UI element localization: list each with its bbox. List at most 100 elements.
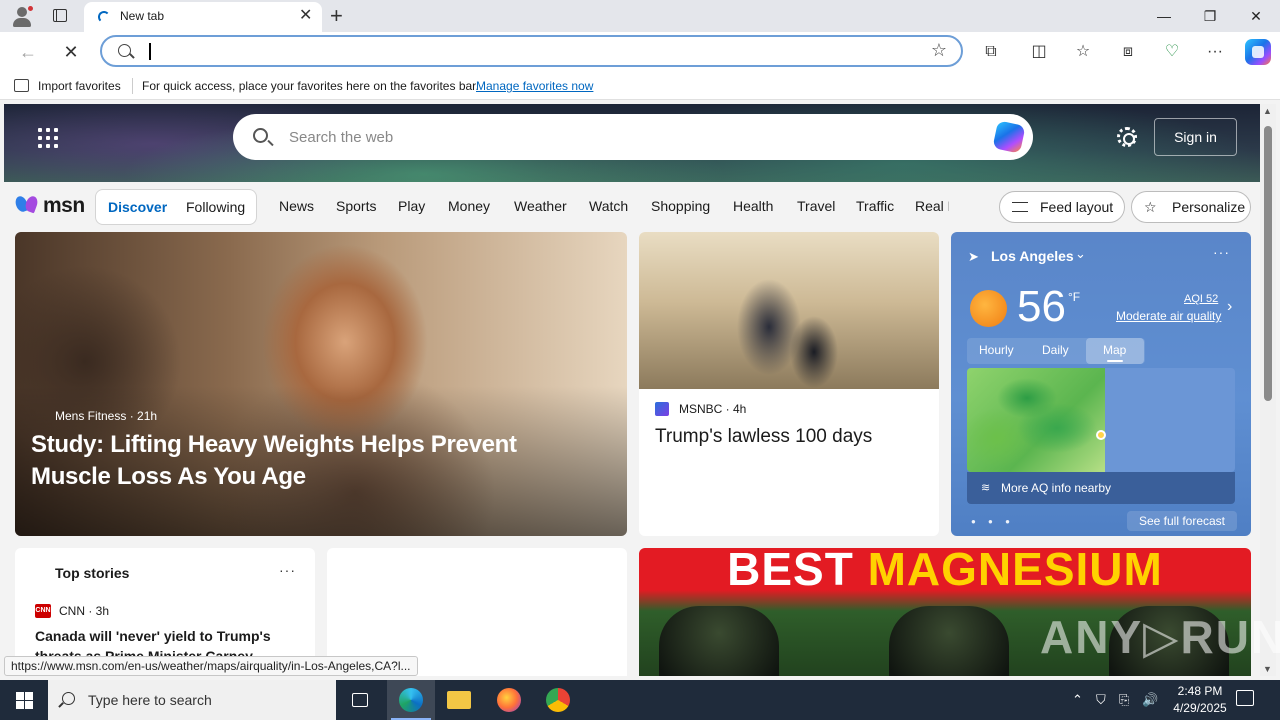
close-window-button[interactable]: ✕ bbox=[1233, 0, 1279, 32]
restore-button[interactable]: ❐ bbox=[1187, 0, 1233, 32]
task-view-icon[interactable] bbox=[336, 680, 384, 720]
clock-date: 4/29/2025 bbox=[1173, 701, 1227, 715]
windows-start-icon[interactable] bbox=[0, 680, 48, 720]
gear-icon[interactable] bbox=[1117, 127, 1137, 147]
copilot-search-icon[interactable] bbox=[992, 120, 1026, 154]
personalize-button[interactable]: ☆ Personalize bbox=[1131, 191, 1251, 223]
address-bar[interactable]: ☆ bbox=[100, 35, 963, 67]
ad-headline: BEST MAGNESIUM bbox=[639, 548, 1251, 596]
favorites-separator bbox=[132, 78, 133, 94]
stop-loading-button[interactable]: ✕ bbox=[59, 40, 83, 64]
new-tab-button[interactable]: + bbox=[330, 3, 343, 29]
personalize-label: Personalize bbox=[1172, 199, 1246, 215]
more-aq-info-label: More AQ info nearby bbox=[1001, 481, 1112, 495]
collections-icon[interactable]: ⧈ bbox=[1116, 40, 1140, 64]
top-story-source: CNN · 3h bbox=[59, 604, 110, 618]
favorites-icon[interactable]: ☆ bbox=[1071, 40, 1095, 64]
chrome-icon[interactable] bbox=[534, 680, 582, 720]
text-caret bbox=[149, 43, 151, 60]
sign-in-button[interactable]: Sign in bbox=[1154, 118, 1237, 156]
nav-item-weather[interactable]: Weather bbox=[514, 198, 567, 214]
scroll-thumb[interactable] bbox=[1264, 126, 1272, 401]
file-explorer-icon[interactable] bbox=[435, 680, 483, 720]
feed-tab-switch: Discover Following bbox=[95, 189, 257, 225]
news-story-image bbox=[639, 232, 939, 389]
weather-more-icon[interactable]: ··· bbox=[1213, 244, 1230, 260]
scroll-up-icon[interactable]: ▲ bbox=[1263, 106, 1272, 116]
back-button[interactable]: ← bbox=[16, 40, 40, 64]
loading-spinner-icon bbox=[98, 11, 110, 23]
more-aq-info-button[interactable]: ≋ More AQ info nearby bbox=[967, 472, 1235, 504]
nav-item-traffic[interactable]: Traffic bbox=[856, 198, 894, 214]
page-scrollbar[interactable]: ▲ ▼ bbox=[1260, 104, 1276, 676]
import-favorites-button[interactable]: Import favorites bbox=[38, 79, 121, 93]
air-quality-link[interactable]: Moderate air quality bbox=[1116, 309, 1221, 323]
profile-body bbox=[13, 18, 31, 27]
tab-map[interactable]: Map bbox=[1103, 343, 1126, 357]
news-story-card[interactable]: MSNBC · 4h Trump's lawless 100 days bbox=[639, 232, 939, 536]
favorite-star-icon[interactable]: ☆ bbox=[931, 40, 947, 61]
feed-layout-button[interactable]: Feed layout bbox=[999, 191, 1125, 223]
web-search-box[interactable]: Search the web bbox=[233, 114, 1033, 160]
copilot-icon[interactable] bbox=[1245, 39, 1271, 65]
apps-grid-icon[interactable] bbox=[38, 128, 58, 148]
profile-icon[interactable] bbox=[10, 5, 34, 27]
minimize-button[interactable]: — bbox=[1141, 0, 1187, 32]
firefox-icon[interactable] bbox=[485, 680, 533, 720]
browser-essentials-icon[interactable]: ♡ bbox=[1160, 40, 1184, 64]
taskbar-search-box[interactable]: Type here to search bbox=[48, 680, 336, 720]
carousel-dots[interactable]: ● ● ● bbox=[971, 517, 1015, 526]
ad-text-yellow: MAGNESIUM bbox=[867, 548, 1163, 595]
top-stories-more-icon[interactable]: ··· bbox=[279, 562, 296, 578]
edge-taskbar-icon[interactable] bbox=[387, 680, 435, 720]
see-full-forecast-button[interactable]: See full forecast bbox=[1127, 511, 1237, 531]
anyrun-watermark: ANY▷RUN bbox=[1040, 611, 1280, 663]
nav-item-shopping[interactable]: Shopping bbox=[651, 198, 710, 214]
tab-new-tab[interactable]: New tab ✕ bbox=[84, 2, 322, 32]
hero-story-card[interactable]: Mens Fitness · 21h Study: Lifting Heavy … bbox=[15, 232, 627, 536]
nav-item-sports[interactable]: Sports bbox=[336, 198, 376, 214]
show-hidden-icons[interactable]: ⌃ bbox=[1072, 692, 1083, 708]
search-icon bbox=[62, 692, 75, 705]
air-quality-map[interactable] bbox=[967, 368, 1235, 472]
navigation-bar: ← ✕ ☆ ⧉ ◫ ☆ ⧈ ♡ ··· bbox=[0, 32, 1280, 72]
nav-item-travel[interactable]: Travel bbox=[797, 198, 835, 214]
extensions-icon[interactable]: ⧉ bbox=[979, 40, 1003, 64]
volume-icon[interactable]: 🔊 bbox=[1142, 692, 1158, 708]
tab-close-icon[interactable]: ✕ bbox=[299, 7, 312, 25]
nav-item-watch[interactable]: Watch bbox=[589, 198, 628, 214]
hero-story-source: Mens Fitness · 21h bbox=[55, 409, 158, 423]
weather-card: ➤ Los Angeles ⌄ ··· 56 °F AQI 52 Moderat… bbox=[951, 232, 1251, 536]
chevron-down-icon[interactable]: ⌄ bbox=[1075, 246, 1086, 262]
taskbar-clock[interactable]: 2:48 PM 4/29/2025 bbox=[1168, 683, 1232, 717]
temperature-unit[interactable]: °F bbox=[1068, 290, 1080, 304]
security-tray-icon[interactable]: ⛉ bbox=[1096, 692, 1106, 708]
manage-favorites-link[interactable]: Manage favorites now bbox=[476, 79, 593, 93]
network-icon[interactable]: ⎘ bbox=[1119, 692, 1129, 708]
ad-text-white: BEST bbox=[727, 548, 868, 595]
tab-following[interactable]: Following bbox=[186, 199, 245, 215]
weather-location[interactable]: Los Angeles bbox=[991, 248, 1074, 264]
tab-title: New tab bbox=[120, 9, 165, 23]
header-background: Search the web Sign in bbox=[4, 104, 1260, 182]
nav-item-play[interactable]: Play bbox=[398, 198, 425, 214]
aqi-value-link[interactable]: AQI 52 bbox=[1184, 293, 1218, 305]
tab-actions-icon[interactable] bbox=[50, 7, 70, 25]
sparkle-icon: ☆ bbox=[1144, 199, 1157, 215]
tab-hourly[interactable]: Hourly bbox=[979, 343, 1014, 357]
settings-more-icon[interactable]: ··· bbox=[1203, 40, 1227, 64]
msn-nav-bar: msn Discover Following News Sports Play … bbox=[4, 182, 1260, 232]
chevron-right-icon[interactable]: › bbox=[1227, 298, 1232, 316]
split-screen-icon[interactable]: ◫ bbox=[1027, 40, 1051, 64]
search-icon bbox=[253, 128, 268, 143]
msn-page: Search the web Sign in msn Discover Foll… bbox=[4, 104, 1260, 676]
notification-center-icon[interactable] bbox=[1236, 690, 1254, 706]
nav-item-money[interactable]: Money bbox=[448, 198, 490, 214]
scroll-down-icon[interactable]: ▼ bbox=[1263, 664, 1272, 674]
nav-item-news[interactable]: News bbox=[279, 198, 314, 214]
location-arrow-icon: ➤ bbox=[968, 249, 979, 264]
tab-daily[interactable]: Daily bbox=[1042, 343, 1069, 357]
nav-item-real-estate[interactable]: Real E bbox=[915, 198, 949, 214]
nav-item-health[interactable]: Health bbox=[733, 198, 773, 214]
tab-discover[interactable]: Discover bbox=[108, 199, 167, 215]
